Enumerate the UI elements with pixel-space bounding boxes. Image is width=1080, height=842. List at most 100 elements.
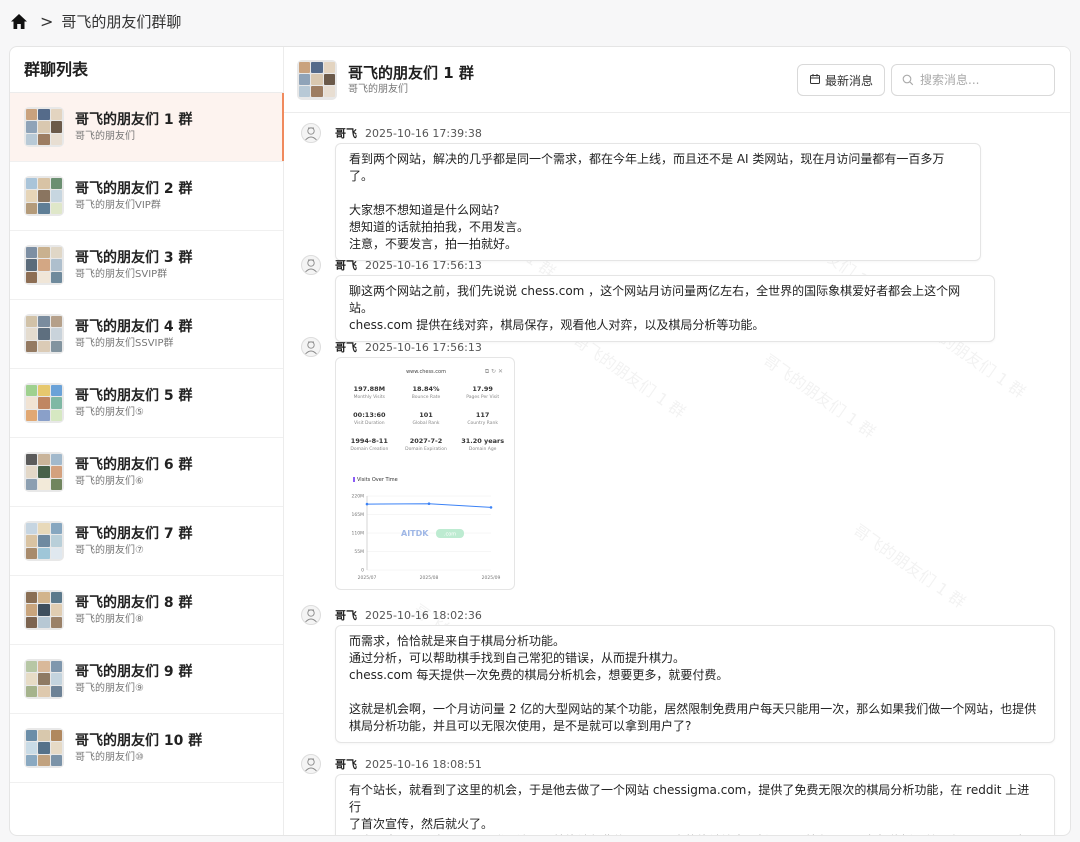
avatar-tile	[299, 61, 311, 73]
image-stat: 101 Global Rank	[398, 411, 455, 427]
avatar-tile	[26, 742, 38, 754]
message-time: 2025-10-16 17:56:13	[365, 259, 482, 272]
group-item[interactable]: 哥飞的朋友们 6 群哥飞的朋友们⑥	[10, 438, 283, 507]
message-line: 有个站长，就看到了这里的机会，于是他去做了一个网站 chessigma.com，…	[349, 783, 1030, 814]
stat-value: 00:13:60	[353, 411, 386, 419]
avatar-tile	[26, 730, 38, 742]
chart-point	[489, 506, 493, 509]
avatar-tile	[50, 316, 62, 328]
avatar-tile	[323, 73, 335, 86]
avatar-tile	[299, 73, 311, 86]
message-line	[349, 684, 1041, 701]
group-list: 哥飞的朋友们 1 群哥飞的朋友们 哥飞的朋友们 2 群哥飞的朋友们VIP群 哥飞的朋…	[10, 93, 284, 783]
stat-value: 1994-8-11	[350, 437, 388, 445]
avatar-tile	[38, 316, 50, 328]
image-stat: 197.88M Monthly Visits	[341, 385, 398, 401]
group-avatar	[24, 590, 64, 630]
group-item[interactable]: 哥飞的朋友们 5 群哥飞的朋友们⑤	[10, 369, 283, 438]
avatar-tile	[26, 133, 38, 145]
avatar-tile	[50, 592, 62, 604]
avatar-tile	[38, 547, 50, 559]
chart-x-tick: 2025/08	[420, 575, 439, 581]
group-avatar	[24, 452, 64, 492]
message-line: 了首次宣传，然后就火了。	[349, 817, 494, 831]
sender-avatar-icon[interactable]	[301, 605, 321, 625]
avatar-tile	[50, 109, 62, 121]
avatar-tile	[26, 271, 38, 283]
group-item[interactable]: 哥飞的朋友们 1 群哥飞的朋友们	[10, 93, 284, 162]
stat-value: 117	[475, 411, 490, 419]
avatar-tile	[26, 109, 38, 121]
aitdk-badge-text: .com	[444, 532, 456, 538]
group-name: 哥飞的朋友们 6 群	[75, 456, 193, 473]
chart-y-tick: 165M	[352, 512, 365, 518]
group-item[interactable]: 哥飞的朋友们 8 群哥飞的朋友们⑧	[10, 576, 283, 645]
avatar-tile	[299, 86, 311, 98]
avatar-tile	[38, 592, 50, 604]
message-time: 2025-10-16 17:56:13	[365, 341, 482, 354]
group-item[interactable]: 哥飞的朋友们 2 群哥飞的朋友们VIP群	[10, 162, 283, 231]
message-time: 2025-10-16 17:39:38	[365, 127, 482, 140]
avatar-tile	[50, 190, 62, 202]
home-icon[interactable]	[10, 11, 30, 31]
avatar-tile	[38, 478, 50, 490]
avatar-tile	[26, 592, 38, 604]
avatar-tile	[50, 397, 62, 409]
avatar-tile	[26, 190, 38, 202]
message-bubble: 聊这两个网站之前，我们先说说 chess.com ，这个网站月访问量两亿左右，全…	[335, 275, 995, 342]
sender-avatar-icon[interactable]	[301, 123, 321, 143]
group-item[interactable]: 哥飞的朋友们 7 群哥飞的朋友们⑦	[10, 507, 283, 576]
chat-panel: 群聊列表 哥飞的朋友们 1 群哥飞的朋友们 哥飞的朋友们 2 群哥飞的朋友们VIP…	[9, 46, 1071, 836]
group-avatar	[24, 314, 64, 354]
avatar-tile	[50, 604, 62, 616]
avatar-tile	[38, 742, 50, 754]
avatar-tile	[50, 247, 62, 259]
latest-messages-label: 最新消息	[824, 73, 873, 88]
image-stat: 117 Country Rank	[454, 411, 511, 427]
message-line	[349, 185, 967, 202]
sender-avatar-icon[interactable]	[301, 754, 321, 774]
message-image[interactable]: www.chess.com ⧉ ↻ ✕ 197.88M Monthly Visits 1…	[335, 357, 515, 590]
search-box[interactable]	[891, 64, 1055, 96]
group-name: 哥飞的朋友们 3 群	[75, 249, 193, 266]
avatar-tile	[311, 61, 323, 73]
chart-y-tick: 0	[361, 568, 364, 574]
avatar-tile	[38, 754, 50, 766]
group-avatar	[24, 659, 64, 699]
group-subtitle: 哥飞的朋友们⑧	[75, 613, 144, 625]
stat-value: 31.20 years	[461, 437, 505, 445]
chart-y-tick: 110M	[352, 531, 365, 537]
avatar-tile	[26, 178, 38, 190]
avatar-tile	[50, 535, 62, 547]
image-stat: 17.99 Pages Per Visit	[454, 385, 511, 401]
group-avatar	[24, 728, 64, 768]
search-input[interactable]	[920, 73, 1040, 87]
sender-avatar-icon[interactable]	[301, 255, 321, 275]
avatar-tile	[26, 547, 38, 559]
message-line: chess.com 提供在线对弈，棋局保存，观看他人对弈，以及棋局分析等功能。	[349, 318, 765, 332]
image-stat: 31.20 years Domain Age	[454, 437, 511, 453]
avatar-tile	[38, 202, 50, 214]
group-avatar	[24, 107, 64, 147]
sender-avatar-icon[interactable]	[301, 337, 321, 357]
latest-messages-button[interactable]: 最新消息	[797, 64, 885, 96]
avatar-tile	[50, 409, 62, 421]
group-item[interactable]: 哥飞的朋友们 3 群哥飞的朋友们SVIP群	[10, 231, 283, 300]
group-item[interactable]: 哥飞的朋友们 10 群哥飞的朋友们⑩	[10, 714, 283, 783]
group-item[interactable]: 哥飞的朋友们 4 群哥飞的朋友们SSVIP群	[10, 300, 283, 369]
message-time: 2025-10-16 18:02:36	[365, 609, 482, 622]
group-subtitle: 哥飞的朋友们⑩	[75, 751, 144, 763]
avatar-tile	[50, 259, 62, 271]
avatar-tile	[50, 754, 62, 766]
sender-name: 哥飞	[335, 758, 357, 771]
avatar-tile	[50, 385, 62, 397]
avatar-tile	[50, 685, 62, 697]
avatar-tile	[38, 247, 50, 259]
message-list[interactable]: 哥飞的朋友们 1 群哥飞的朋友们 1 群哥飞的朋友们 1 群哥飞的朋友们 1 群…	[284, 113, 1070, 835]
group-item[interactable]: 哥飞的朋友们 9 群哥飞的朋友们⑨	[10, 645, 283, 714]
message-line: 这就是机会啊，一个月访问量 2 亿的大型网站的某个功能，居然限制免费用户每天只能…	[349, 702, 1037, 716]
avatar-tile	[50, 523, 62, 535]
stat-value: 101	[419, 411, 433, 419]
avatar-tile	[38, 685, 50, 697]
group-subtitle: 哥飞的朋友们	[75, 130, 135, 142]
